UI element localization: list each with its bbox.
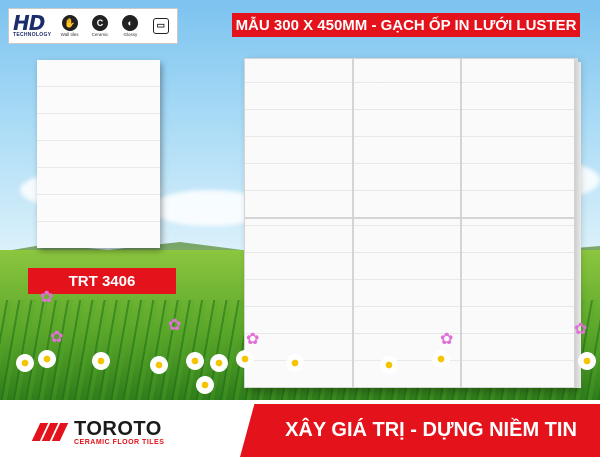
wall-tile (461, 218, 575, 388)
daisy-flower (92, 352, 110, 370)
hand-icon: ✋ (61, 15, 78, 31)
glossy-icon: ◐ (122, 15, 139, 31)
daisy-flower (38, 350, 56, 368)
wall-tile (461, 58, 575, 218)
butterfly-icon: ✿ (574, 321, 588, 338)
daisy-flower (150, 356, 168, 374)
wall-side-edge (575, 62, 581, 388)
feature-label: Glossy (123, 32, 138, 37)
butterfly-icon: ✿ (50, 329, 64, 346)
toroto-logo: TOROTO CERAMIC FLOOR TILES (31, 414, 216, 450)
wall-tile (353, 58, 461, 218)
hd-technology-badge: HD TECHNOLOGY ✋ Wall tiles C Ceramic ◐ G… (8, 8, 178, 44)
toroto-logo-mark-icon (31, 421, 69, 443)
feature-wall-tiles: ✋ Wall tiles (57, 15, 81, 37)
tile-sample (37, 60, 160, 248)
daisy-flower (186, 352, 204, 370)
hd-logo-subtitle: TECHNOLOGY (13, 32, 52, 38)
daisy-flower (236, 350, 254, 368)
daisy-flower (286, 354, 304, 372)
daisy-flower (380, 356, 398, 374)
tiled-wall-mockup (244, 58, 575, 388)
hd-logo: HD TECHNOLOGY (13, 11, 52, 38)
feature-glossy: ◐ Glossy (118, 15, 142, 37)
feature-label: Wall tiles (60, 32, 79, 37)
feature-ceramic: C Ceramic (88, 15, 112, 37)
feature-label: Ceramic (91, 32, 109, 37)
tile-brick-pattern (37, 60, 160, 248)
hd-logo-mark: HD (13, 11, 45, 35)
toroto-logo-name: TOROTO (74, 417, 162, 440)
butterfly-icon: ✿ (168, 317, 182, 334)
slogan-text: XÂY GIÁ TRỊ - DỰNG NIỀM TIN (285, 419, 577, 441)
daisy-flower (432, 350, 450, 368)
butterfly-icon: ✿ (440, 331, 454, 348)
tile-size-icon: ▭ (152, 17, 169, 34)
toroto-logo-subtitle: CERAMIC FLOOR TILES (74, 438, 165, 446)
title-banner: MẪU 300 X 450MM - GẠCH ỐP IN LƯỚI LUSTER (232, 13, 580, 37)
butterfly-icon: ✿ (246, 331, 260, 348)
wall-tile (244, 58, 353, 218)
feature-tile-size: ▭ (149, 17, 173, 35)
daisy-flower (196, 376, 214, 394)
butterfly-icon: ✿ (40, 289, 54, 306)
daisy-flower (16, 354, 34, 372)
daisy-flower (578, 352, 596, 370)
daisy-flower (210, 354, 228, 372)
ceramic-c-icon: C (91, 15, 108, 31)
